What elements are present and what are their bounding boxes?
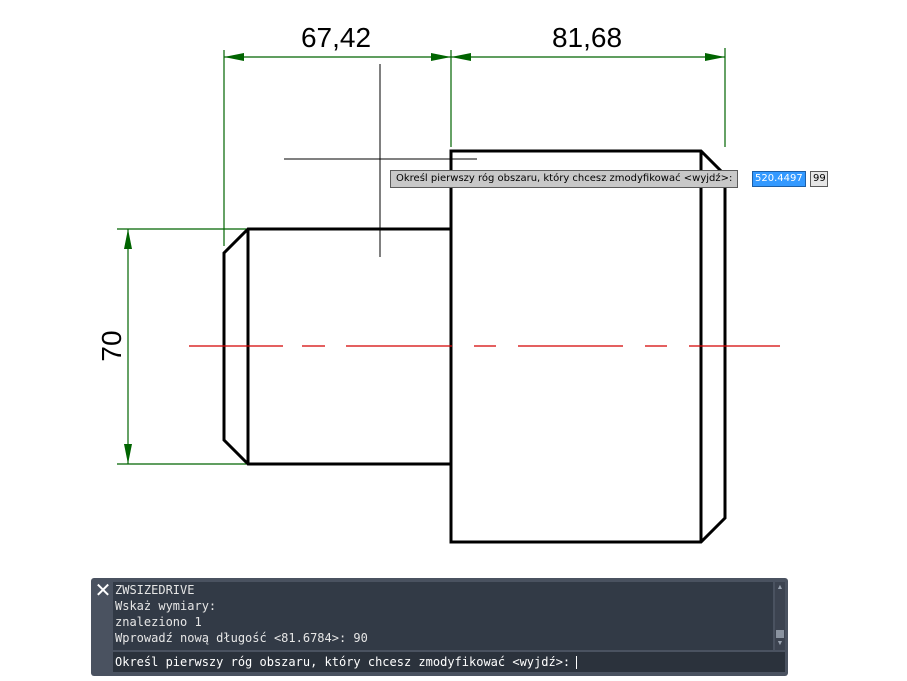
dimension-top-right[interactable] [451,48,726,147]
dynamic-input-prompt: Określ pierwszy róg obszaru, który chces… [390,170,739,188]
history-line: ZWSIZEDRIVE [115,583,195,597]
dynamic-input-x-field[interactable]: 520.4497 [752,171,806,187]
scroll-down-icon[interactable]: ▼ [775,640,785,648]
dynamic-input-y-field[interactable]: 99 [810,171,828,187]
text-cursor [576,656,578,669]
history-line: znaleziono 1 [115,615,202,629]
command-prompt-text: Określ pierwszy róg obszaru, który chces… [115,655,571,669]
dimension-top-left[interactable] [223,50,452,246]
scrollbar-thumb[interactable] [776,630,784,638]
history-line: Wprowadź nową długość <81.6784>: 90 [115,631,368,645]
dimension-top-right-text[interactable]: 81,68 [552,22,622,53]
command-line-panel: ✕ ZWSIZEDRIVE Wskaż wymiary: znaleziono … [91,578,788,676]
dimension-top-left-text[interactable]: 67,42 [301,22,371,53]
scroll-up-icon[interactable]: ▲ [775,584,785,592]
dimension-left-vertical-text[interactable]: 70 [96,330,127,361]
close-icon[interactable]: ✕ [94,580,112,600]
command-input[interactable]: Określ pierwszy róg obszaru, który chces… [113,652,785,672]
command-history-scrollbar[interactable]: ▲ ▼ [775,582,785,650]
command-history[interactable]: ZWSIZEDRIVE Wskaż wymiary: znaleziono 1 … [113,582,773,650]
cad-viewport[interactable]: 67,42 81,68 70 Określ pierwszy róg obsza… [0,0,907,681]
history-line: Wskaż wymiary: [115,599,217,613]
drawing-canvas[interactable]: 67,42 81,68 70 [0,0,907,575]
